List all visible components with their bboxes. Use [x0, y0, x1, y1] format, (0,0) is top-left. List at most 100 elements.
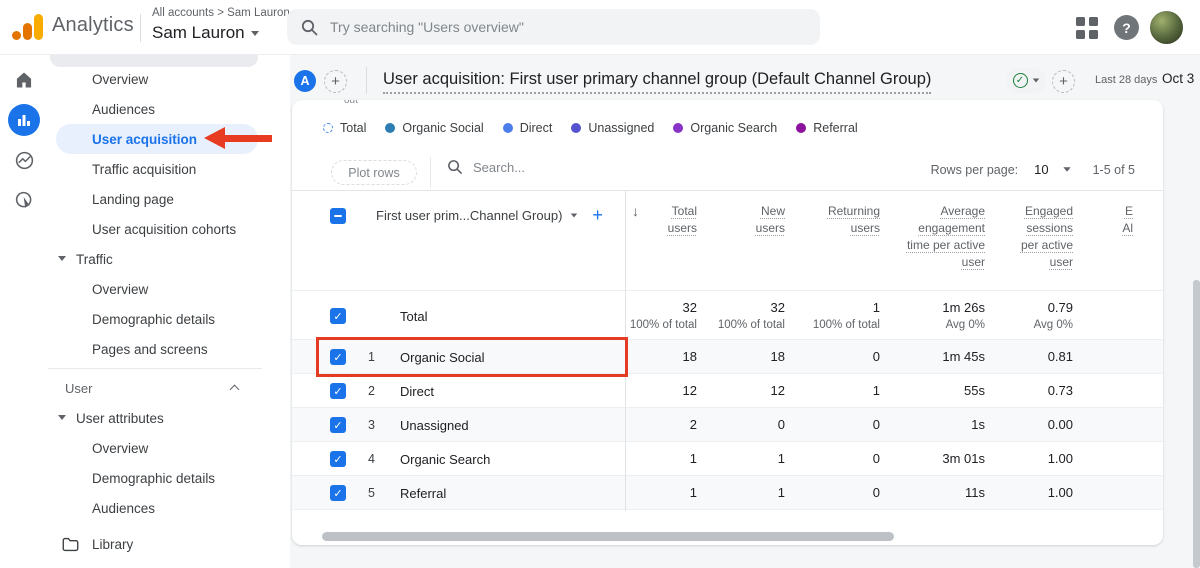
search-icon: [301, 19, 318, 35]
sort-descending-icon[interactable]: ↓: [632, 203, 639, 219]
date-range-dates[interactable]: Oct 3: [1162, 71, 1194, 86]
sidebar-item-audiences-2[interactable]: Audiences: [48, 493, 290, 523]
rows-per-page-select[interactable]: 10: [1034, 162, 1048, 177]
account-name: Sam Lauron: [152, 23, 245, 42]
apps-grid-icon[interactable]: [1076, 17, 1098, 39]
divider: [48, 368, 262, 369]
sidebar-item-user-attributes[interactable]: User attributes: [48, 403, 290, 433]
sidebar-item-landing-page[interactable]: Landing page: [48, 184, 290, 214]
row-checkbox[interactable]: ✓: [330, 308, 346, 324]
explore-icon[interactable]: [11, 147, 37, 173]
sidebar-section-user[interactable]: User: [48, 373, 290, 403]
row-checkbox[interactable]: ✓: [330, 383, 346, 399]
annotation-arrow: [204, 127, 276, 149]
add-comparison-button[interactable]: +: [324, 70, 347, 93]
table-row[interactable]: ✓ 3 Unassigned 2 0 0 1s 0.00: [292, 408, 1163, 442]
select-all-checkbox[interactable]: [330, 207, 346, 224]
chevron-down-icon[interactable]: [571, 213, 578, 218]
sidebar-item-traffic[interactable]: Traffic: [48, 244, 290, 274]
approved-check-icon: ✓: [1012, 73, 1028, 88]
total-value: 1: [872, 300, 880, 315]
report-title[interactable]: User acquisition: First user primary cha…: [383, 70, 932, 94]
analytics-logo-icon[interactable]: [12, 12, 46, 42]
help-icon[interactable]: ?: [1114, 15, 1139, 40]
add-dimension-icon[interactable]: +: [592, 205, 603, 226]
legend-dot: [796, 123, 807, 133]
folder-icon: [62, 537, 79, 552]
annotation-highlight-box: [316, 337, 628, 377]
legend-item-organic-search[interactable]: Organic Search: [673, 121, 777, 135]
dimension-selector[interactable]: First user prim...Channel Group): [376, 208, 562, 223]
column-header-new-users[interactable]: New users: [697, 191, 785, 237]
chevron-down-icon[interactable]: [1063, 167, 1071, 172]
global-search-input[interactable]: [330, 19, 770, 35]
sidebar-item-overview-3[interactable]: Overview: [48, 433, 290, 463]
total-value: 1m 26s: [942, 300, 985, 315]
table-row[interactable]: ✓ 4 Organic Search 1 1 0 3m 01s 1.00: [292, 442, 1163, 476]
chart-legend: Total Organic Social Direct Unassigned O…: [323, 116, 877, 140]
sidebar-item-overview-2[interactable]: Overview: [48, 274, 290, 304]
table-row[interactable]: ✓ 5 Referral 1 1 0 11s 1.00: [292, 476, 1163, 510]
table-total-row: ✓ Total 32 100% of total 32 100% of total …: [292, 290, 1163, 340]
nav-rail: [0, 55, 48, 568]
add-report-button[interactable]: +: [1052, 70, 1075, 93]
sidebar-item-pages-and-screens[interactable]: Pages and screens: [48, 334, 290, 364]
date-range-label[interactable]: Last 28 days: [1095, 74, 1157, 86]
account-selector[interactable]: Sam Lauron: [152, 23, 259, 43]
legend-item-direct[interactable]: Direct: [502, 121, 552, 135]
chevron-down-icon: [250, 30, 259, 36]
report-status-pill[interactable]: ✓: [1006, 68, 1046, 93]
logo-dot: [12, 31, 21, 40]
legend-dot: [502, 123, 513, 133]
dimension-header[interactable]: First user prim...Channel Group) +: [292, 191, 625, 226]
property-badge[interactable]: A: [294, 70, 316, 92]
legend-item-total[interactable]: Total: [323, 121, 366, 135]
channel-name: Referral: [400, 485, 447, 501]
legend-item-unassigned[interactable]: Unassigned: [571, 121, 654, 135]
sidebar-item-user-acquisition-cohorts[interactable]: User acquisition cohorts: [48, 214, 290, 244]
sidebar-item-traffic-acquisition[interactable]: Traffic acquisition: [48, 154, 290, 184]
table-search-input[interactable]: [473, 159, 653, 175]
sidebar-item-overview[interactable]: Overview: [48, 64, 290, 94]
report-header: A + User acquisition: First user primary…: [290, 55, 1200, 100]
column-header-avg-engagement-time[interactable]: Average engagement time per active user: [880, 191, 985, 271]
reports-icon[interactable]: [8, 104, 40, 136]
legend-item-referral[interactable]: Referral: [796, 121, 858, 135]
home-icon[interactable]: [11, 67, 37, 93]
total-label: Total: [400, 308, 428, 324]
caret-down-icon: [58, 415, 66, 420]
column-header-returning-users[interactable]: Returning users: [785, 191, 880, 237]
plot-rows-button[interactable]: Plot rows: [331, 160, 417, 185]
table-search[interactable]: [447, 159, 653, 175]
search-icon: [448, 160, 462, 174]
vertical-scrollbar[interactable]: [1193, 280, 1200, 568]
sidebar-item-demographic-details[interactable]: Demographic details: [48, 304, 290, 334]
legend-item-organic-social[interactable]: Organic Social: [385, 121, 484, 135]
advertising-icon[interactable]: [11, 187, 37, 213]
table-row[interactable]: ✓ 2 Direct 12 12 1 55s 0.73: [292, 374, 1163, 408]
row-checkbox[interactable]: ✓: [330, 451, 346, 467]
legend-dot-dashed: [323, 123, 333, 133]
global-search[interactable]: [287, 9, 820, 45]
legend-dot: [571, 123, 582, 133]
avatar[interactable]: [1150, 11, 1183, 44]
caret-down-icon: [58, 256, 66, 261]
row-checkbox[interactable]: ✓: [330, 485, 346, 501]
sidebar-item-audiences[interactable]: Audiences: [48, 94, 290, 124]
breadcrumb[interactable]: All accounts > Sam Lauron: [152, 7, 290, 19]
total-value: 32: [770, 300, 785, 315]
horizontal-scrollbar[interactable]: [322, 532, 894, 541]
clipped-chart-text: out: [344, 100, 358, 106]
divider: [430, 157, 431, 188]
ga4-app: Analytics All accounts > Sam Lauron Sam …: [0, 0, 1200, 568]
channel-name: Unassigned: [400, 417, 469, 433]
legend-dot: [385, 123, 396, 133]
divider: [366, 67, 367, 94]
table-toolbar: Plot rows Rows per page: 10 1-5 of 5: [292, 155, 1163, 191]
pagination-controls: Rows per page: 10 1-5 of 5: [931, 162, 1135, 177]
chevron-up-icon: [229, 384, 240, 395]
arrow-head: [204, 127, 225, 149]
sidebar-item-library[interactable]: Library: [48, 529, 290, 559]
sidebar-item-demographic-details-2[interactable]: Demographic details: [48, 463, 290, 493]
row-checkbox[interactable]: ✓: [330, 417, 346, 433]
